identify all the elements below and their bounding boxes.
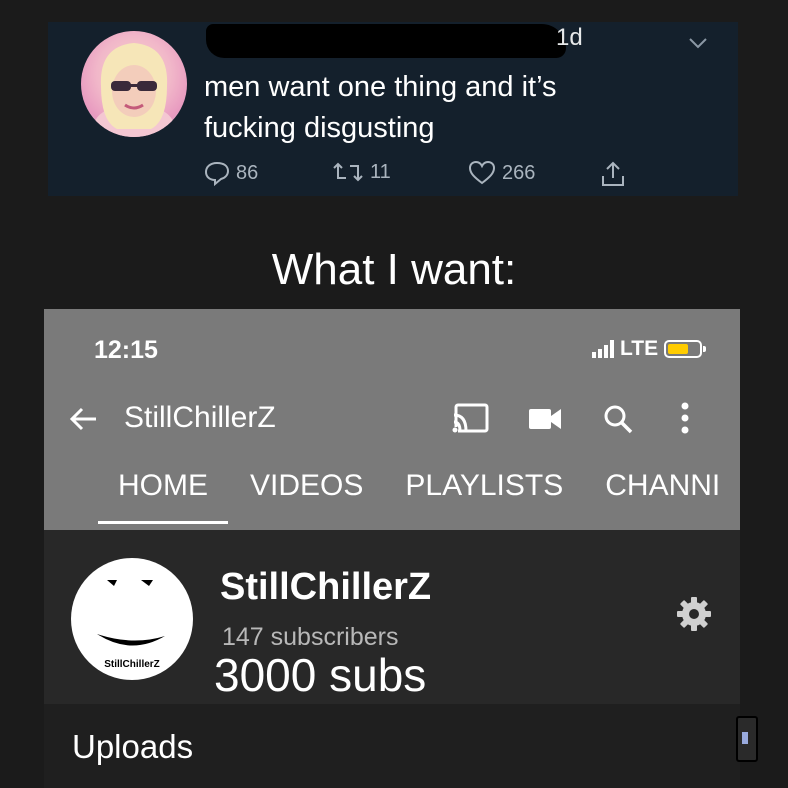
more-vert-icon[interactable] — [680, 401, 690, 440]
tweet-line: fucking disgusting — [204, 112, 435, 144]
reply-count: 86 — [236, 161, 259, 184]
retweet-count: 11 — [370, 160, 391, 183]
status-indicators: LTE — [592, 337, 707, 361]
cast-icon[interactable] — [452, 403, 490, 440]
tab-home[interactable]: HOME — [98, 469, 228, 524]
reply-icon — [204, 160, 230, 186]
camera-icon[interactable] — [528, 407, 562, 436]
back-arrow-icon[interactable] — [68, 403, 100, 440]
retweet-icon — [332, 160, 364, 184]
edge-sticker — [736, 716, 758, 762]
reply-button[interactable]: 86 — [204, 160, 258, 186]
channel-avatar[interactable]: StillChillerZ — [71, 558, 193, 680]
channel-tabs: HOME VIDEOS PLAYLISTS CHANNI — [98, 469, 762, 524]
search-icon[interactable] — [602, 403, 634, 440]
like-button[interactable]: 266 — [468, 160, 535, 186]
network-type: LTE — [620, 337, 659, 360]
channel-avatar-label: StillChillerZ — [104, 659, 160, 670]
meme-caption: What I want: — [271, 245, 517, 294]
tweet-text: men want one thing and it’s fucking disg… — [204, 67, 704, 149]
like-count: 266 — [502, 161, 536, 184]
chevron-down-icon[interactable] — [688, 36, 708, 54]
tweet-timestamp: 1d — [556, 24, 583, 51]
tweet-line: men want one thing and it’s — [204, 71, 557, 103]
gear-icon[interactable] — [676, 596, 712, 637]
battery-icon — [664, 340, 707, 358]
tweet-card[interactable]: 1d men want one thing and it’s fucking d… — [48, 22, 738, 196]
tab-playlists[interactable]: PLAYLISTS — [405, 469, 563, 503]
tab-videos[interactable]: VIDEOS — [250, 469, 363, 503]
signal-icon — [592, 340, 614, 358]
uploads-heading: Uploads — [72, 728, 194, 765]
tab-channels[interactable]: CHANNI — [605, 469, 720, 503]
status-time: 12:15 — [94, 336, 158, 364]
youtube-header: 12:15 LTE StillChillerZ HOME VIDEOS PLAY… — [44, 309, 740, 530]
channel-name: StillChillerZ — [220, 566, 432, 608]
channel-info: StillChillerZ StillChillerZ 147 subscrib… — [44, 530, 740, 704]
share-icon — [600, 160, 626, 188]
subs-overlay-text: 3000 subs — [214, 649, 427, 701]
redacted-username — [206, 24, 566, 58]
tweet-avatar[interactable] — [81, 31, 187, 137]
app-bar-title: StillChillerZ — [124, 401, 276, 434]
retweet-button[interactable]: 11 — [332, 160, 391, 184]
uploads-section: Uploads — [44, 704, 740, 788]
share-button[interactable] — [600, 160, 626, 188]
heart-icon — [468, 160, 496, 186]
